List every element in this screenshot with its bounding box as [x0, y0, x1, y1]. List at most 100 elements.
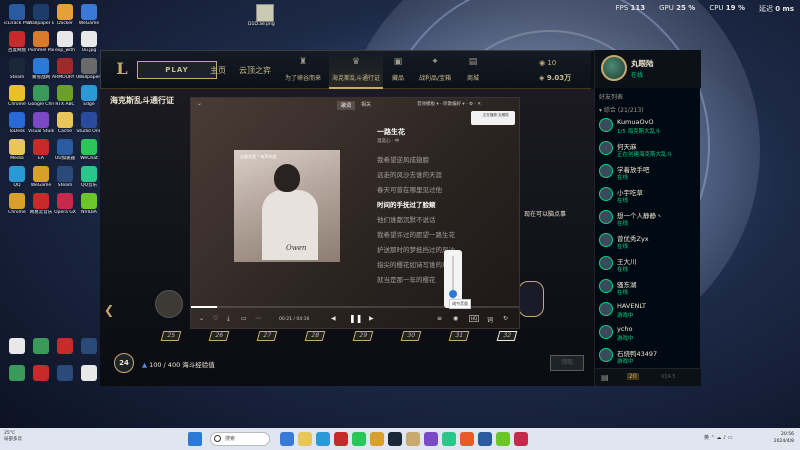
nav-tab[interactable]: ♛ 海克斯乱斗通行证	[329, 51, 383, 89]
taskbar-app-icon[interactable]	[388, 432, 402, 446]
friend-item[interactable]: KumuaOvO 1/5 海克斯大乱斗	[597, 116, 697, 136]
friend-group-label[interactable]: ▾ 综合 (21/213)	[599, 105, 644, 114]
nav-tab[interactable]: 主页	[205, 51, 231, 89]
lyric-line[interactable]: 我希望逆风成翅膀	[377, 154, 429, 164]
player-options[interactable]: 音效模板 ▾ · 听歌偏好 ▾ · ⚙ · ✕	[417, 101, 481, 107]
taskbar-app-icon[interactable]	[424, 432, 438, 446]
pass-reward-badge[interactable]	[518, 281, 544, 317]
download-icon[interactable]: ⤓	[227, 315, 230, 323]
lyric-line[interactable]: 他们谁都沉默不说话	[377, 214, 436, 224]
lyric-line[interactable]: 春天可曾在哪里见过他	[377, 184, 442, 194]
taskbar-app-icon[interactable]	[334, 432, 348, 446]
desktop-icon[interactable]: Pummel Party	[28, 31, 54, 54]
weather-widget[interactable]: 25°C 局部多云	[4, 431, 22, 443]
desktop-icon[interactable]: QQ音乐	[76, 166, 102, 189]
desktop-icon[interactable]: EA	[28, 139, 54, 162]
desktop-icon[interactable]	[4, 365, 30, 381]
nav-tab[interactable]: ▤ 商城	[459, 51, 487, 89]
notification-count[interactable]: 20	[627, 373, 639, 380]
next-track-button[interactable]: ▶	[369, 315, 374, 322]
desktop-icon[interactable]: WeGame	[76, 4, 102, 27]
desktop-icon[interactable]: 暴雪战网	[28, 58, 54, 81]
playlist-icon[interactable]: ≡	[437, 315, 442, 322]
level-marker[interactable]: 32	[496, 331, 518, 341]
like-icon[interactable]: ♡	[213, 315, 218, 322]
desktop-icon[interactable]: WeGame	[28, 166, 54, 189]
previous-page-arrow-icon[interactable]: ❮	[104, 303, 114, 317]
desktop-icon[interactable]	[52, 338, 78, 354]
desktop-icon[interactable]: NVIDIA	[76, 193, 102, 216]
desktop-icon[interactable]	[28, 365, 54, 381]
desktop-icon[interactable]	[76, 365, 102, 381]
desktop-icon[interactable]: Opera GX	[52, 193, 78, 216]
desktop-icon[interactable]: Chrome	[4, 85, 30, 108]
desktop-icon[interactable]: 网易云音乐	[28, 193, 54, 216]
now-playing-mini-card[interactable]: 正在播放·丸眼陆	[471, 111, 515, 125]
taskbar-app-icon[interactable]	[514, 432, 528, 446]
taskbar-app-icon[interactable]	[352, 432, 366, 446]
more-icon[interactable]: ⋯	[255, 315, 261, 322]
level-marker[interactable]: 31	[448, 331, 470, 341]
nav-tab[interactable]: ✦ 战利品/宝箱	[415, 51, 455, 89]
chat-icon[interactable]: ▤	[601, 373, 609, 382]
level-marker[interactable]: 28	[304, 331, 326, 341]
level-marker[interactable]: 29	[352, 331, 374, 341]
desktop-icon[interactable]: QQ	[4, 166, 30, 189]
screenshot-file-icon[interactable]	[256, 4, 274, 22]
desktop-icon[interactable]: Cache	[52, 112, 78, 135]
taskbar-app-icon[interactable]	[442, 432, 456, 446]
tab-lyrics[interactable]: 歌词	[337, 101, 356, 110]
friend-item[interactable]: 小宇吃草 在线	[597, 185, 697, 205]
lyric-line[interactable]: 我希望许过的愿望一路生花	[377, 229, 455, 239]
lyric-line[interactable]: 远走的风沙去谁的天涯	[377, 169, 442, 179]
taskbar-app-icon[interactable]	[496, 432, 510, 446]
level-marker[interactable]: 26	[208, 331, 230, 341]
desktop-icon[interactable]: Steam	[52, 166, 78, 189]
taskbar-app-icon[interactable]	[316, 432, 330, 446]
friend-item[interactable]: 何天麻 正在创建海克斯大乱斗	[597, 139, 697, 159]
desktop-icon[interactable]: Steam	[4, 58, 30, 81]
friend-item[interactable]: HAVENLT 游戏中	[597, 300, 697, 320]
comment-icon[interactable]: ▭	[241, 315, 247, 322]
desktop-icon[interactable]	[76, 338, 102, 354]
friend-item[interactable]: 学着放手吧 在线	[597, 162, 697, 182]
desktop-icon[interactable]: ARMOURY CRATE	[52, 58, 78, 81]
desktop-icon[interactable]: Wallpaper	[76, 58, 102, 81]
desktop-icon[interactable]: exp_with	[52, 31, 78, 54]
song-artist[interactable]: 温奕心 · 中	[377, 138, 399, 144]
desktop-icon[interactable]	[52, 365, 78, 381]
level-marker[interactable]: 25	[160, 331, 182, 341]
level-marker[interactable]: 30	[400, 331, 422, 341]
friend-item[interactable]: 曾优秀Zyx 在线	[597, 231, 697, 251]
quality-badge[interactable]: HQ	[469, 315, 480, 322]
desktop-icon[interactable]: Uu.jpg	[76, 31, 102, 54]
previous-track-button[interactable]: ◀	[331, 315, 336, 322]
nav-tab[interactable]: ▣ 藏品	[383, 51, 413, 89]
loop-icon[interactable]: ↻	[503, 315, 508, 322]
desktop-icon[interactable]: Edge	[76, 85, 102, 108]
desktop-icon[interactable]	[28, 338, 54, 354]
nav-tab[interactable]: ♜ 为了峡谷而来	[279, 51, 327, 89]
desktop-icon[interactable]: Media	[4, 139, 30, 162]
friend-item[interactable]: 王大川 在线	[597, 254, 697, 274]
start-icon[interactable]	[188, 432, 202, 446]
taskbar-app-icon[interactable]	[460, 432, 474, 446]
taskbar-app-icon[interactable]	[280, 432, 294, 446]
lyric-line[interactable]: 时间的手抚过了脸颊	[377, 199, 436, 209]
taskbar-app-icon[interactable]	[298, 432, 312, 446]
taskbar-clock[interactable]: 20:56 2024/4/8	[774, 431, 794, 445]
tab-related[interactable]: 相关	[361, 101, 371, 108]
desktop-icon[interactable]: UU加速器	[52, 139, 78, 162]
desktop-icon[interactable]: Wallpaper Engine	[28, 4, 54, 27]
taskbar-app-icon[interactable]	[370, 432, 384, 446]
medal-icon[interactable]	[155, 290, 183, 318]
avatar[interactable]	[601, 55, 627, 81]
desktop-icon[interactable]: ToDesk	[4, 112, 30, 135]
volume-icon[interactable]: ◉	[453, 315, 458, 322]
lyrics-icon[interactable]: 词	[487, 315, 493, 324]
play-pause-button[interactable]: ❚❚	[349, 314, 362, 323]
desktop-icon[interactable]: Visual Studio	[28, 112, 54, 135]
collapse-player-icon[interactable]: ⌄	[199, 315, 204, 322]
level-marker[interactable]: 27	[256, 331, 278, 341]
lyric-line[interactable]: 就当是那一年的樱花	[377, 274, 436, 284]
